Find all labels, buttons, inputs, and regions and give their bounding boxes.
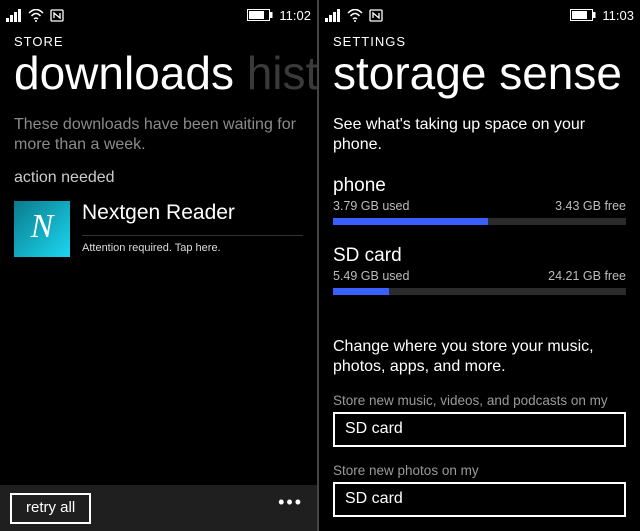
wifi-icon	[28, 9, 44, 22]
status-bar: 11:02	[0, 0, 317, 26]
divider	[82, 235, 303, 236]
tab-history[interactable]: history	[247, 49, 317, 99]
app-name: Nextgen Reader	[82, 201, 303, 225]
storage-bar-fill	[333, 288, 389, 295]
status-bar: 11:03	[319, 0, 640, 26]
storage-title: phone	[333, 175, 626, 197]
storage-sense-screen: 11:03 SETTINGS storage sense See what's …	[319, 0, 640, 531]
signal-icon	[6, 9, 22, 22]
page-description: See what's taking up space on your phone…	[333, 115, 626, 155]
storage-phone[interactable]: phone 3.79 GB used 3.43 GB free	[333, 175, 626, 225]
signal-icon	[325, 9, 341, 22]
context-title: SETTINGS	[319, 26, 640, 49]
clock: 11:03	[602, 8, 634, 23]
storage-used: 3.79 GB used	[333, 199, 409, 213]
nfc-icon	[369, 9, 383, 22]
app-status: Attention required. Tap here.	[82, 242, 303, 254]
storage-title: SD card	[333, 245, 626, 267]
nfc-icon	[50, 9, 64, 22]
context-title: STORE	[0, 26, 317, 49]
store-screen: 11:02 STORE downloads history These down…	[0, 0, 319, 531]
app-bar: retry all •••	[0, 485, 317, 531]
more-icon[interactable]: •••	[278, 492, 307, 513]
tab-downloads[interactable]: downloads	[14, 49, 234, 99]
download-item[interactable]: N Nextgen Reader Attention required. Tap…	[14, 201, 303, 257]
pivot-header: downloads history	[0, 49, 317, 99]
wifi-icon	[347, 9, 363, 22]
app-icon: N	[14, 201, 70, 257]
storage-sdcard[interactable]: SD card 5.49 GB used 24.21 GB free	[333, 245, 626, 295]
field-label-photos: Store new photos on my	[333, 463, 626, 478]
waiting-message: These downloads have been waiting for mo…	[14, 115, 303, 155]
storage-free: 24.21 GB free	[548, 269, 626, 283]
select-music-location[interactable]: SD card	[333, 412, 626, 447]
action-needed-label: action needed	[14, 169, 303, 187]
page-title: storage sense	[319, 49, 640, 99]
select-photos-location[interactable]: SD card	[333, 482, 626, 517]
storage-bar	[333, 288, 626, 295]
clock: 11:02	[279, 8, 311, 23]
retry-all-button[interactable]: retry all	[10, 493, 91, 524]
battery-icon	[247, 9, 273, 21]
change-location-desc: Change where you store your music, photo…	[333, 337, 626, 377]
storage-bar-fill	[333, 218, 488, 225]
storage-free: 3.43 GB free	[555, 199, 626, 213]
storage-bar	[333, 218, 626, 225]
battery-icon	[570, 9, 596, 21]
field-label-music: Store new music, videos, and podcasts on…	[333, 393, 626, 408]
storage-used: 5.49 GB used	[333, 269, 409, 283]
